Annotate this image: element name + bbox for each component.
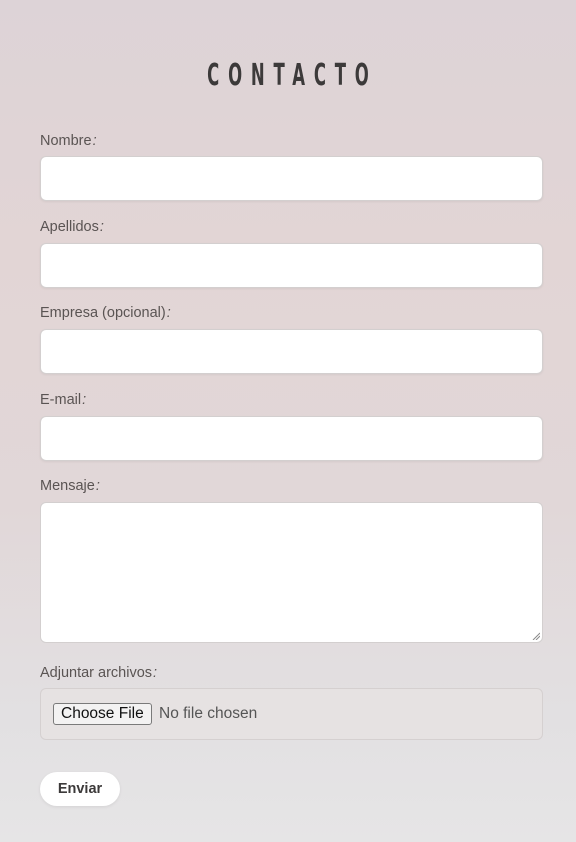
- email-label-text: E-mail: [40, 392, 82, 408]
- empresa-label-colon: :: [166, 305, 171, 321]
- email-input[interactable]: [40, 416, 543, 461]
- apellidos-label: Apellidos:: [40, 219, 104, 235]
- attachments-label-colon: :: [153, 665, 158, 681]
- mensaje-label-text: Mensaje: [40, 478, 95, 494]
- choose-file-button[interactable]: Choose File: [53, 703, 152, 725]
- email-label: E-mail:: [40, 392, 86, 408]
- apellidos-input[interactable]: [40, 243, 543, 288]
- mensaje-textarea[interactable]: [40, 502, 543, 643]
- apellidos-label-text: Apellidos: [40, 219, 99, 235]
- empresa-label-text: Empresa (opcional): [40, 305, 166, 321]
- empresa-input[interactable]: [40, 329, 543, 374]
- mensaje-label-colon: :: [95, 478, 100, 494]
- nombre-label-colon: :: [92, 133, 97, 149]
- nombre-label-text: Nombre: [40, 133, 92, 149]
- file-upload-field: Choose File No file chosen: [40, 688, 543, 740]
- page-title: CONTACTO: [207, 58, 378, 93]
- mensaje-label: Mensaje:: [40, 478, 100, 494]
- attachments-label-text: Adjuntar archivos: [40, 665, 153, 681]
- nombre-label: Nombre:: [40, 133, 97, 149]
- attachments-label: Adjuntar archivos:: [40, 665, 157, 681]
- email-label-colon: :: [82, 392, 87, 408]
- empresa-label: Empresa (opcional):: [40, 305, 171, 321]
- resize-grip-icon[interactable]: [532, 632, 540, 640]
- nombre-input[interactable]: [40, 156, 543, 201]
- apellidos-label-colon: :: [99, 219, 104, 235]
- submit-button[interactable]: Enviar: [40, 772, 120, 806]
- file-status-text: No file chosen: [159, 705, 258, 722]
